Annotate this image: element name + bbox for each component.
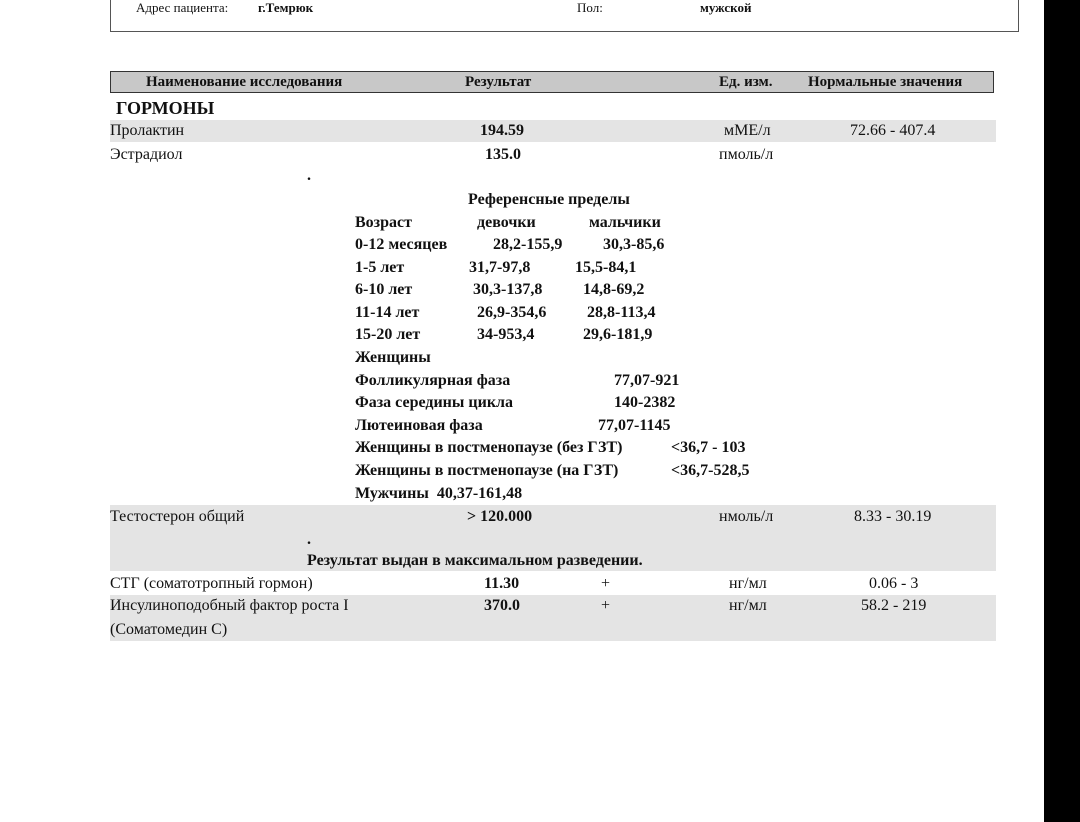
test-result: 135.0 <box>485 146 521 163</box>
test-name: Пролактин <box>110 122 185 139</box>
reference-girls: 30,3-137,8 <box>473 281 543 298</box>
reference-col-girls: девочки <box>477 214 536 231</box>
reference-girls: 28,2-155,9 <box>493 236 563 253</box>
reference-girls: 31,7-97,8 <box>469 259 531 276</box>
reference-age: 15-20 лет <box>355 326 421 343</box>
test-unit: пмоль/л <box>719 146 774 163</box>
test-unit: мМЕ/л <box>724 122 771 139</box>
lab-report-page: Адрес пациента: г.Темрюк Пол: мужской На… <box>0 0 1044 822</box>
test-result: 11.30 <box>484 575 520 592</box>
test-normal: 58.2 - 219 <box>861 597 927 614</box>
address-label: Адрес пациента: <box>136 0 229 15</box>
bullet-dot: . <box>307 531 311 548</box>
patient-info-box: Адрес пациента: г.Темрюк Пол: мужской <box>110 0 1019 32</box>
reference-col-age: Возраст <box>355 214 412 231</box>
header-normal: Нормальные значения <box>808 74 963 90</box>
sex-value: мужской <box>700 0 752 15</box>
results-table-header: Наименование исследования Результат Ед. … <box>110 71 994 93</box>
reference-boys: 30,3-85,6 <box>603 236 665 253</box>
abnormal-flag: + <box>601 597 611 614</box>
test-result: 194.59 <box>480 122 524 139</box>
reference-girls: 34-953,4 <box>477 326 535 343</box>
test-normal: 8.33 - 30.19 <box>854 508 932 525</box>
address-value: г.Темрюк <box>258 0 314 15</box>
abnormal-flag: + <box>601 575 611 592</box>
reference-phase-value: <36,7-528,5 <box>671 462 750 479</box>
reference-age: 1-5 лет <box>355 259 405 276</box>
test-name: СТГ (соматотропный гормон) <box>110 575 313 592</box>
reference-boys: 15,5-84,1 <box>575 259 637 276</box>
reference-phase-value: 77,07-921 <box>614 372 680 389</box>
test-normal: 0.06 - 3 <box>869 575 919 592</box>
test-result: 370.0 <box>484 597 520 614</box>
header-name: Наименование исследования <box>146 74 343 90</box>
test-unit: нг/мл <box>729 597 767 614</box>
reference-boys: 28,8-113,4 <box>587 304 656 321</box>
test-name-subtitle: (Соматомедин С) <box>110 621 228 638</box>
header-unit: Ед. изм. <box>719 74 773 90</box>
test-name: Инсулиноподобный фактор роста I <box>110 597 349 614</box>
reference-phase-label: Фаза середины цикла <box>355 394 514 411</box>
reference-phase-label: Лютеиновая фаза <box>355 417 483 434</box>
reference-phase-label: Фолликулярная фаза <box>355 372 511 389</box>
dilution-note: Результат выдан в максимальном разведени… <box>307 552 643 569</box>
reference-phase-value: 77,07-1145 <box>598 417 671 434</box>
reference-phase-label: Женщины в постменопаузе (без ГЗТ) <box>355 439 623 456</box>
reference-age: 11-14 лет <box>355 304 420 321</box>
test-result: > 120.000 <box>467 508 533 525</box>
bullet-dot: . <box>307 167 311 184</box>
test-name: Тестостерон общий <box>110 508 245 525</box>
test-unit: нмоль/л <box>719 508 774 525</box>
header-result: Результат <box>465 74 532 90</box>
reference-women-label: Женщины <box>355 349 431 366</box>
section-title: ГОРМОНЫ <box>116 98 215 118</box>
reference-men: Мужчины 40,37-161,48 <box>355 485 523 502</box>
test-name: Эстрадиол <box>110 146 183 163</box>
reference-title: Референсные пределы <box>468 191 630 208</box>
reference-phase-label: Женщины в постменопаузе (на ГЗТ) <box>355 462 619 479</box>
sex-label: Пол: <box>577 0 603 15</box>
reference-boys: 29,6-181,9 <box>583 326 653 343</box>
reference-boys: 14,8-69,2 <box>583 281 645 298</box>
reference-age: 6-10 лет <box>355 281 413 298</box>
reference-phase-value: <36,7 - 103 <box>671 439 746 456</box>
reference-phase-value: 140-2382 <box>614 394 676 411</box>
reference-col-boys: мальчики <box>589 214 661 231</box>
reference-girls: 26,9-354,6 <box>477 304 547 321</box>
test-unit: нг/мл <box>729 575 767 592</box>
reference-age: 0-12 месяцев <box>355 236 448 253</box>
test-normal: 72.66 - 407.4 <box>850 122 936 139</box>
